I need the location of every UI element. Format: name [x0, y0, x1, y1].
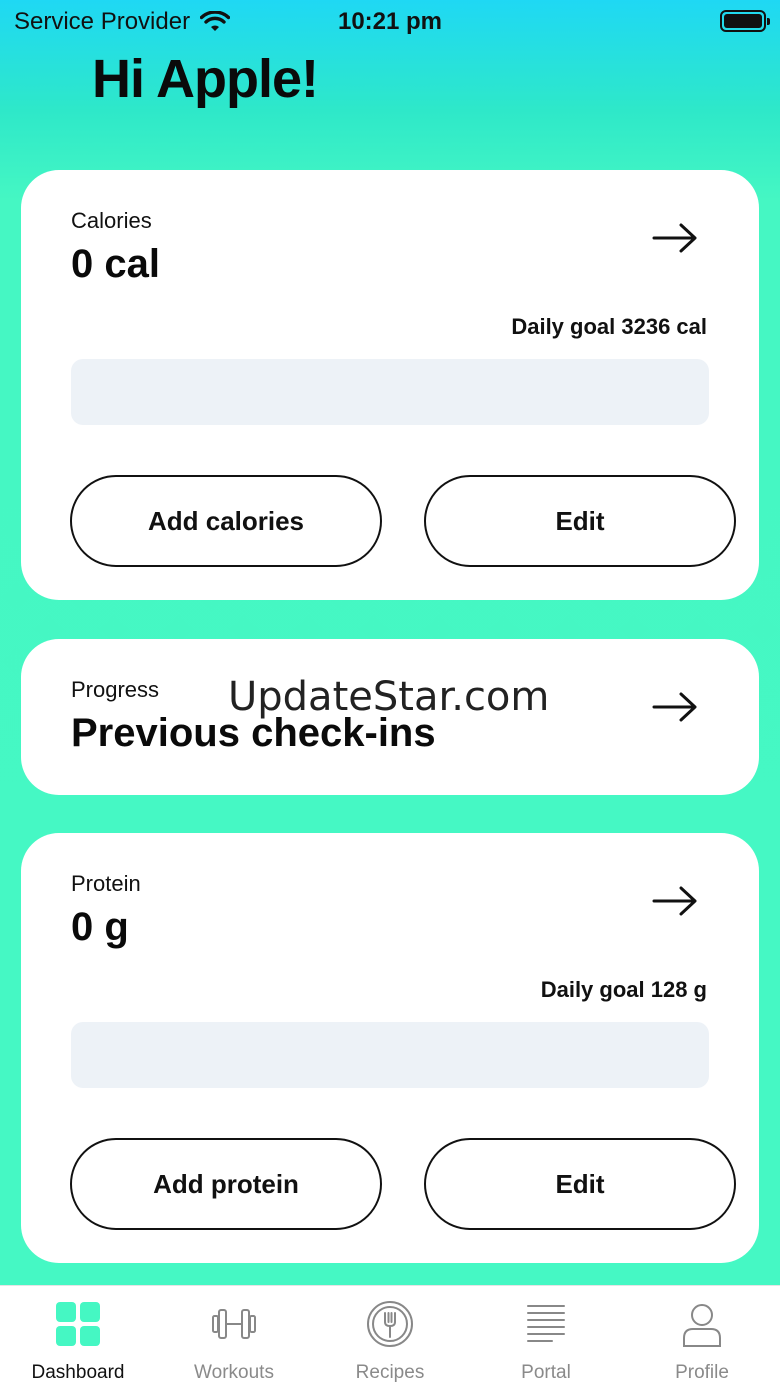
add-calories-button[interactable]: Add calories	[70, 475, 382, 567]
tab-bar: Dashboard Workouts Recipes Portal Profil…	[0, 1285, 780, 1387]
fork-icon	[367, 1301, 413, 1347]
tab-label: Recipes	[355, 1362, 425, 1383]
calories-card[interactable]: Calories 0 cal Daily goal 3236 cal Add c…	[21, 170, 759, 600]
tab-label: Portal	[521, 1362, 571, 1383]
battery-icon	[720, 10, 770, 32]
calories-progress-bar	[71, 359, 709, 425]
person-icon	[683, 1304, 721, 1347]
arrow-right-icon[interactable]	[651, 691, 699, 723]
tab-label: Workouts	[194, 1362, 274, 1383]
greeting-title: Hi Apple!	[92, 49, 319, 109]
edit-protein-button[interactable]: Edit	[424, 1138, 736, 1230]
dumbbell-icon	[212, 1309, 256, 1339]
dashboard-grid-icon	[56, 1302, 100, 1346]
tab-profile[interactable]: Profile	[624, 1286, 780, 1387]
tab-portal[interactable]: Portal	[468, 1286, 624, 1387]
tab-dashboard[interactable]: Dashboard	[0, 1286, 156, 1387]
arrow-right-icon[interactable]	[651, 222, 699, 254]
protein-value: 0 g	[71, 905, 129, 949]
progress-label: Progress	[71, 677, 160, 702]
tab-recipes[interactable]: Recipes	[312, 1286, 468, 1387]
protein-progress-bar	[71, 1022, 709, 1088]
tab-label: Dashboard	[31, 1362, 125, 1383]
protein-card[interactable]: Protein 0 g Daily goal 128 g Add protein…	[21, 833, 759, 1263]
calories-goal: Daily goal 3236 cal	[511, 314, 707, 339]
protein-label: Protein	[71, 871, 141, 896]
watermark-text: UpdateStar.com	[228, 674, 550, 720]
tab-workouts[interactable]: Workouts	[156, 1286, 312, 1387]
calories-value: 0 cal	[71, 242, 160, 286]
tab-label: Profile	[675, 1362, 729, 1383]
add-protein-button[interactable]: Add protein	[70, 1138, 382, 1230]
arrow-right-icon[interactable]	[651, 885, 699, 917]
calories-label: Calories	[71, 208, 152, 233]
status-time: 10:21 pm	[337, 8, 443, 35]
document-lines-icon	[527, 1305, 565, 1342]
protein-goal: Daily goal 128 g	[540, 977, 707, 1002]
edit-calories-button[interactable]: Edit	[424, 475, 736, 567]
status-bar: Service Provider 10:21 pm	[0, 0, 780, 44]
